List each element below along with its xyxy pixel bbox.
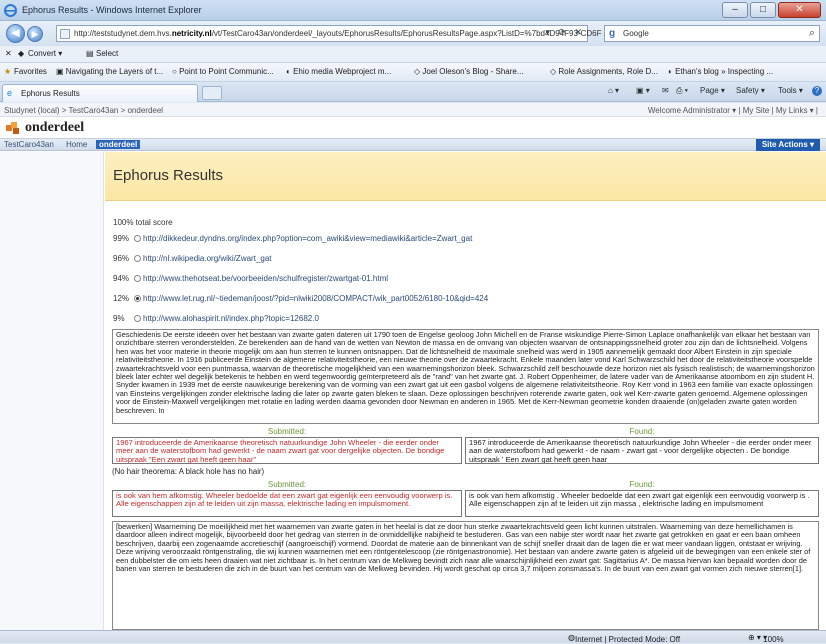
google-icon: g xyxy=(609,28,616,39)
nav-item-home[interactable]: Home xyxy=(66,140,87,149)
source-percentage: 99% xyxy=(113,234,130,243)
source-radio[interactable] xyxy=(134,255,141,262)
ie-page-icon: e xyxy=(7,88,13,98)
back-button[interactable]: ◀ xyxy=(6,24,25,43)
search-icon[interactable]: ⌕ xyxy=(809,27,815,40)
source-percentage: 94% xyxy=(113,274,130,283)
help-button[interactable]: ? xyxy=(812,86,822,96)
nav-item-testcaro43an[interactable]: TestCaro43an xyxy=(4,140,54,149)
address-url: http://teststudynet.dem.hvs.netricity.nl… xyxy=(74,29,602,38)
search-box[interactable]: g Google ⌕ xyxy=(604,25,820,42)
source-row[interactable]: 99% http://dikkedeur.dyndns.org/index.php… xyxy=(113,234,472,243)
source-url[interactable]: http://www.let.rug.nl/~tiedeman/joost/?p… xyxy=(143,294,488,303)
source-url[interactable]: http://nl.wikipedia.org/wiki/Zwart_gat xyxy=(143,254,272,263)
found-label: Found: xyxy=(629,427,655,436)
source-percentage: 9% xyxy=(113,314,125,323)
select-icon: ▤ xyxy=(86,49,94,58)
site-actions-button[interactable]: Site Actions ▾ xyxy=(755,139,820,151)
source-url[interactable]: http://dikkedeur.dyndns.org/index.php?op… xyxy=(143,234,472,243)
ie-logo-icon xyxy=(4,4,17,17)
source-row[interactable]: 12% http://www.let.rug.nl/~tiedeman/joost… xyxy=(113,294,488,303)
security-zone: ◍ Internet | Protected Mode: Off xyxy=(568,633,681,644)
forward-button[interactable]: ▶ xyxy=(27,26,43,42)
page-menu[interactable]: Page ▾ xyxy=(700,86,725,95)
page-icon xyxy=(60,29,70,39)
source-row[interactable]: 96% http://nl.wikipedia.org/wiki/Zwart_ga… xyxy=(113,254,272,263)
page-title: Ephorus Results xyxy=(113,167,224,184)
no-hair-note: (No hair theorema: A black hole has no h… xyxy=(112,467,265,476)
favorites-link-6[interactable]: ◐ Ethan's blog » Inspecting ... xyxy=(668,67,773,76)
site-header: onderdeel xyxy=(0,118,826,138)
window-title-bar: Ephorus Results - Windows Internet Explo… xyxy=(0,0,826,21)
command-bar-close-button[interactable]: ✕ xyxy=(5,49,12,58)
document-text-block-2: [bewerken] Waarneming De moeilijkheid me… xyxy=(112,521,819,630)
source-percentage: 12% xyxy=(113,294,130,303)
site-title[interactable]: onderdeel xyxy=(25,120,84,136)
source-url[interactable]: http://www.thehotseat.be/voorbeeiden/sch… xyxy=(143,274,388,283)
favorites-button[interactable]: Favorites xyxy=(14,67,47,76)
submitted-label: Submitted: xyxy=(267,480,307,489)
site-logo-icon xyxy=(6,122,19,134)
favorites-link-2[interactable]: ○ Point to Point Communic... xyxy=(172,67,274,76)
address-toolbar: ◀ ▶ http://teststudynet.dem.hvs.netricit… xyxy=(0,21,826,46)
minimize-button[interactable]: – xyxy=(722,2,748,18)
mail-button[interactable]: ✉ xyxy=(662,86,669,95)
found-label: Found: xyxy=(629,480,655,489)
page-content: Studynet (local) > TestCaro43an > onderd… xyxy=(0,103,826,630)
status-bar: ◍ Internet | Protected Mode: Off ⊕ ▾ 100… xyxy=(0,630,826,644)
favorites-star-icon: ★ xyxy=(4,67,12,76)
source-radio[interactable] xyxy=(134,235,141,242)
tab-label: Ephorus Results xyxy=(21,89,80,98)
found-text: is ook van hem afkomstig . Wheeler bedoe… xyxy=(465,490,819,517)
top-navigation: TestCaro43an Home onderdeel Site Actions… xyxy=(0,138,826,151)
results-banner: Ephorus Results xyxy=(105,152,826,201)
tab-bar: e Ephorus Results ⌂ ▾ ▣ ▾ ✉ ⎙ ▾ Page ▾ S… xyxy=(0,82,826,102)
command-bar: ✕ ◆ Convert ▾ ▤ Select xyxy=(0,46,826,63)
total-score: 100% total score xyxy=(113,218,173,227)
favorites-link-4[interactable]: ◇ Joel Oleson's Blog - Share... xyxy=(414,67,524,76)
select-button[interactable]: Select xyxy=(96,49,118,58)
address-field[interactable]: http://teststudynet.dem.hvs.netricity.nl… xyxy=(56,25,601,42)
sharepoint-top-bar: Studynet (local) > TestCaro43an > onderd… xyxy=(0,103,826,117)
convert-button[interactable]: Convert ▾ xyxy=(28,49,62,58)
source-radio[interactable] xyxy=(134,315,141,322)
home-button[interactable]: ⌂ ▾ xyxy=(608,86,619,95)
address-tools[interactable]: ▾ ⟳ ✕ xyxy=(545,27,585,38)
breadcrumb[interactable]: Studynet (local) > TestCaro43an > onderd… xyxy=(4,106,163,115)
safety-menu[interactable]: Safety ▾ xyxy=(736,86,765,95)
window-title: Ephorus Results - Windows Internet Explo… xyxy=(22,5,202,15)
tab-ephorus-results[interactable]: e Ephorus Results xyxy=(2,84,198,102)
found-text: 1967 introduceerde de Amerikaanse theore… xyxy=(465,437,819,464)
source-row[interactable]: 94% http://www.thehotseat.be/voorbeeiden/… xyxy=(113,274,388,283)
favorites-link-1[interactable]: ▣ Navigating the Layers of t... xyxy=(56,67,163,76)
tools-menu[interactable]: Tools ▾ xyxy=(778,86,803,95)
source-url[interactable]: http://www.alohaspirit.nl/index.php?topi… xyxy=(143,314,319,323)
favorites-link-5[interactable]: ◇ Role Assignments, Role D... xyxy=(550,67,658,76)
submitted-text: 1967 introduceerde de Amerikaanse theore… xyxy=(112,437,462,464)
main-content: Ephorus Results 100% total score 99% http… xyxy=(105,152,826,630)
feeds-button[interactable]: ▣ ▾ xyxy=(636,86,650,95)
source-row[interactable]: 9% http://www.alohaspirit.nl/index.php?to… xyxy=(113,314,319,323)
nav-item-onderdeel[interactable]: onderdeel xyxy=(96,140,141,149)
search-placeholder: Google xyxy=(623,29,649,38)
source-percentage: 96% xyxy=(113,254,130,263)
new-tab-button[interactable] xyxy=(202,86,222,100)
favorites-link-3[interactable]: ◐ Ehio media Webproject m... xyxy=(286,67,391,76)
submitted-label: Submitted: xyxy=(267,427,307,436)
document-text-block: Geschiedenis De eerste ideeën over het b… xyxy=(112,329,819,424)
close-window-button[interactable]: ✕ xyxy=(778,2,821,18)
favorites-bar: ★ Favorites ▣ Navigating the Layers of t… xyxy=(0,63,826,82)
source-radio[interactable] xyxy=(134,275,141,282)
source-radio-selected[interactable] xyxy=(134,295,141,302)
left-navigation xyxy=(0,152,104,630)
user-links[interactable]: Welcome Administrator ▾ | My Site | My L… xyxy=(648,106,818,115)
convert-icon: ◆ xyxy=(18,49,25,58)
print-button[interactable]: ⎙ ▾ xyxy=(676,86,688,96)
submitted-text: is ook van hem afkomstig. Wheeler bedoel… xyxy=(112,490,462,517)
zoom-level[interactable]: ⊕ ▾ 100% ▾ xyxy=(748,633,784,644)
maximize-button[interactable]: □ xyxy=(750,2,776,18)
